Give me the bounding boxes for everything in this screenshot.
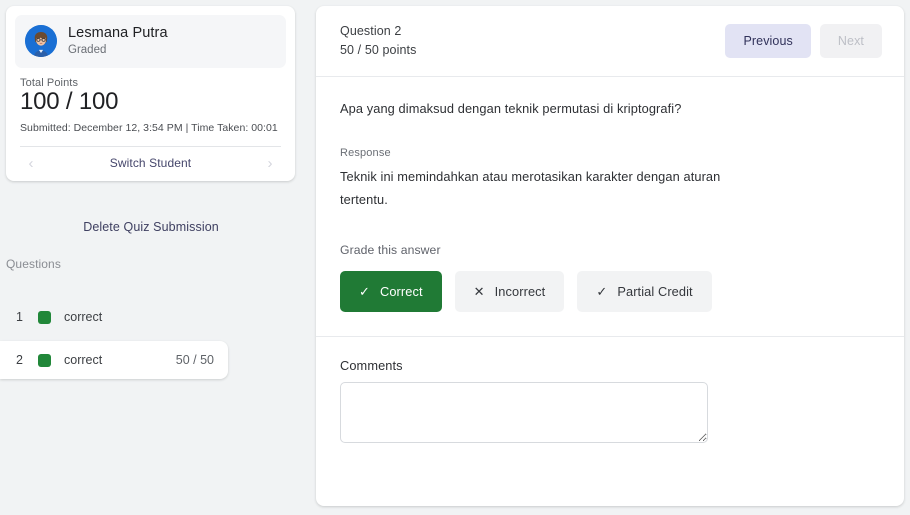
grade-incorrect-label: Incorrect <box>494 284 546 300</box>
comments-input[interactable] <box>340 382 708 444</box>
grade-this-answer-label: Grade this answer <box>340 243 441 258</box>
question-number: 1 <box>16 310 23 324</box>
total-points-block: Total Points 100 / 100 Submitted: Decemb… <box>15 68 286 134</box>
question-score: 50 / 50 <box>175 353 214 367</box>
total-points-value: 100 / 100 <box>20 87 119 115</box>
grade-correct-label: Correct <box>380 284 423 300</box>
question-body: Apa yang dimaksud dengan teknik permutas… <box>316 77 904 336</box>
next-button: Next <box>819 24 882 58</box>
chevron-right-icon[interactable]: › <box>262 156 278 171</box>
question-text: Apa yang dimaksud dengan teknik permutas… <box>340 101 682 116</box>
response-label: Response <box>340 146 391 159</box>
student-name: Lesmana Putra <box>68 25 168 41</box>
grade-partial-credit-label: Partial Credit <box>617 284 693 300</box>
sidebar: Lesmana Putra Graded Total Points 100 / … <box>0 0 302 515</box>
question-list-item-2[interactable]: 2 correct 50 / 50 <box>0 341 228 379</box>
question-status: correct <box>64 353 103 367</box>
response-text: Teknik ini memindahkan atau merotasikan … <box>340 168 721 207</box>
navigation-buttons: Previous Next <box>725 24 882 58</box>
grade-correct-button[interactable]: ✓ Correct <box>340 271 442 313</box>
switch-student-button[interactable]: Switch Student <box>110 156 191 170</box>
grade-buttons-group: ✓ Correct ✕ Incorrect ✓ Partial Credit <box>340 271 880 336</box>
question-detail-panel: Question 2 50 / 50 points Previous Next … <box>316 6 904 506</box>
student-summary-card: Lesmana Putra Graded Total Points 100 / … <box>6 6 295 181</box>
student-header[interactable]: Lesmana Putra Graded <box>15 15 286 68</box>
student-identity: Lesmana Putra Graded <box>68 24 168 59</box>
status-chip <box>38 353 51 367</box>
comments-label: Comments <box>340 358 403 374</box>
previous-button[interactable]: Previous <box>725 24 811 58</box>
comments-block: Comments <box>316 337 904 448</box>
question-points: 50 / 50 points <box>340 43 417 57</box>
chevron-left-icon[interactable]: ‹ <box>23 156 39 171</box>
user-avatar-icon <box>25 25 57 58</box>
question-status: correct <box>64 310 103 324</box>
questions-section-label: Questions <box>6 257 61 271</box>
student-status: Graded <box>68 44 107 57</box>
question-number: 2 <box>16 353 23 367</box>
status-chip <box>38 310 51 324</box>
question-heading-group: Question 2 50 / 50 points <box>340 22 416 61</box>
delete-quiz-submission-button[interactable]: Delete Quiz Submission <box>0 220 302 234</box>
check-icon: ✓ <box>596 284 608 300</box>
quiz-grading-screen: Lesmana Putra Graded Total Points 100 / … <box>0 0 910 515</box>
cross-icon: ✕ <box>473 284 485 300</box>
grade-partial-credit-button[interactable]: ✓ Partial Credit <box>577 271 712 313</box>
grade-incorrect-button[interactable]: ✕ Incorrect <box>454 271 565 313</box>
question-title: Question 2 <box>340 23 402 38</box>
check-icon: ✓ <box>359 284 370 300</box>
questions-list: 1 correct 2 correct 50 / 50 <box>0 298 302 384</box>
question-header: Question 2 50 / 50 points Previous Next <box>316 6 904 77</box>
question-list-item-1[interactable]: 1 correct <box>0 298 228 336</box>
switch-student-row: ‹ Switch Student › <box>15 147 286 181</box>
submitted-info: Submitted: December 12, 3:54 PM | Time T… <box>20 121 278 134</box>
